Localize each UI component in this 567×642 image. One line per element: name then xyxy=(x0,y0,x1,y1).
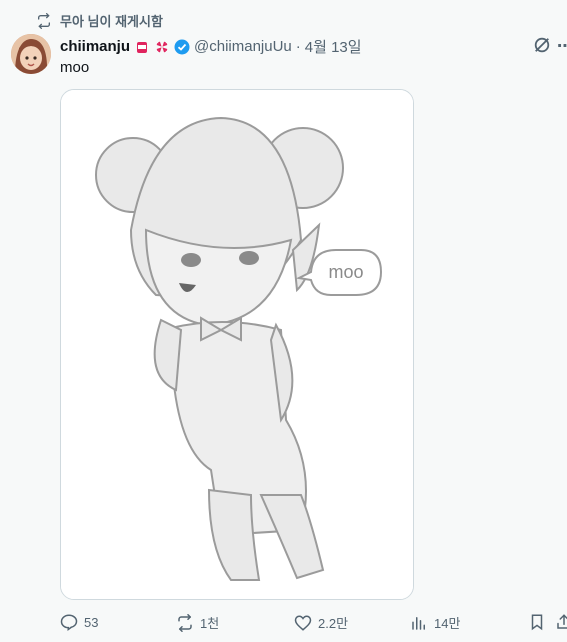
avatar-image xyxy=(11,34,51,74)
repost-indicator[interactable]: 무아 님이 재게시함 xyxy=(36,11,163,30)
speech-bubble-text: moo xyxy=(328,262,363,282)
avatar[interactable] xyxy=(11,34,51,74)
grok-icon[interactable] xyxy=(533,36,551,54)
illustration-image: moo xyxy=(61,90,413,599)
analytics-icon xyxy=(412,616,425,630)
verified-badge-icon xyxy=(174,39,190,54)
bookmark-button[interactable] xyxy=(528,613,546,631)
bookmark-icon xyxy=(531,614,543,631)
share-icon xyxy=(557,614,567,629)
views-button[interactable]: 14만 xyxy=(410,613,460,632)
repost-count: 1천 xyxy=(200,616,220,631)
milk-carton-emoji-icon xyxy=(137,41,148,53)
reply-button[interactable]: 53 xyxy=(60,613,98,631)
tweet-date[interactable]: 4월 13일 xyxy=(305,36,362,57)
repost-button[interactable]: 1천 xyxy=(176,613,219,632)
like-count: 2.2만 xyxy=(318,616,349,631)
repost-icon xyxy=(178,613,192,632)
share-button[interactable] xyxy=(555,613,567,631)
anger-emoji-icon xyxy=(156,41,168,52)
separator-dot: · xyxy=(295,38,301,55)
tweet-header: chiimanju @chiimanjuUu · 4월 13일 xyxy=(60,36,362,57)
tweet-text: moo xyxy=(60,59,90,76)
repost-text[interactable]: 무아 님이 재게시함 xyxy=(60,11,163,30)
like-button[interactable]: 2.2만 xyxy=(294,613,348,632)
heart-icon xyxy=(294,614,312,631)
reply-icon xyxy=(60,614,78,631)
reply-count: 53 xyxy=(84,614,99,630)
author-name[interactable]: chiimanju xyxy=(60,38,130,55)
tweet-media[interactable]: moo xyxy=(60,89,414,600)
repost-icon xyxy=(38,12,50,29)
tweet-actions: 53 1천 2.2만 14만 xyxy=(60,613,567,633)
more-options-icon[interactable]: ⋯ xyxy=(557,36,567,56)
author-handle[interactable]: @chiimanjuUu xyxy=(194,38,292,55)
view-count: 14만 xyxy=(434,616,461,631)
